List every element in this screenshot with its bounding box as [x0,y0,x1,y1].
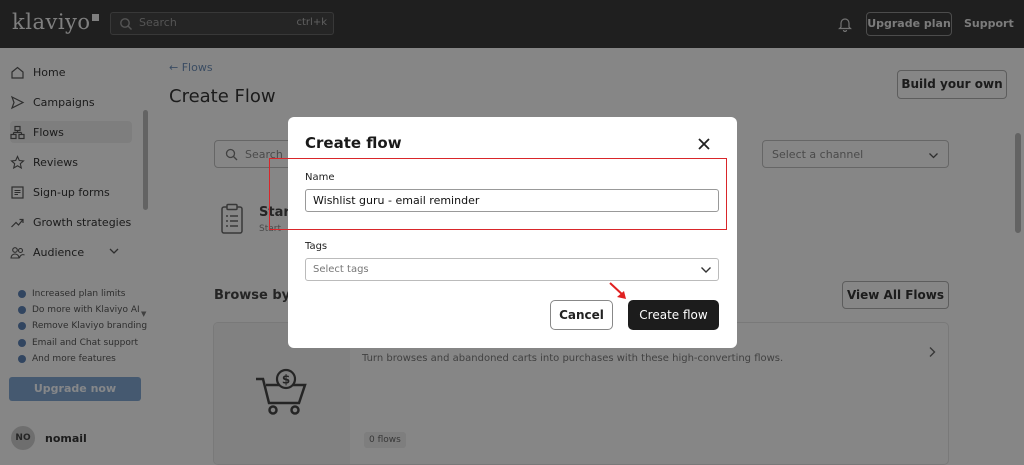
chevron-down-icon [701,267,711,273]
create-flow-dialog: Create flow Name Wishlist guru - email r… [269,117,737,348]
tags-select[interactable]: Select tags [305,258,719,281]
dialog-title: Create flow [305,134,402,152]
cancel-button[interactable]: Cancel [550,300,613,330]
name-label: Name [305,172,335,183]
create-flow-button[interactable]: Create flow [628,300,719,330]
tags-label: Tags [305,241,328,252]
flow-name-input[interactable]: Wishlist guru - email reminder [305,189,719,212]
close-icon[interactable] [696,136,712,152]
annotation-arrow-icon [609,282,626,299]
